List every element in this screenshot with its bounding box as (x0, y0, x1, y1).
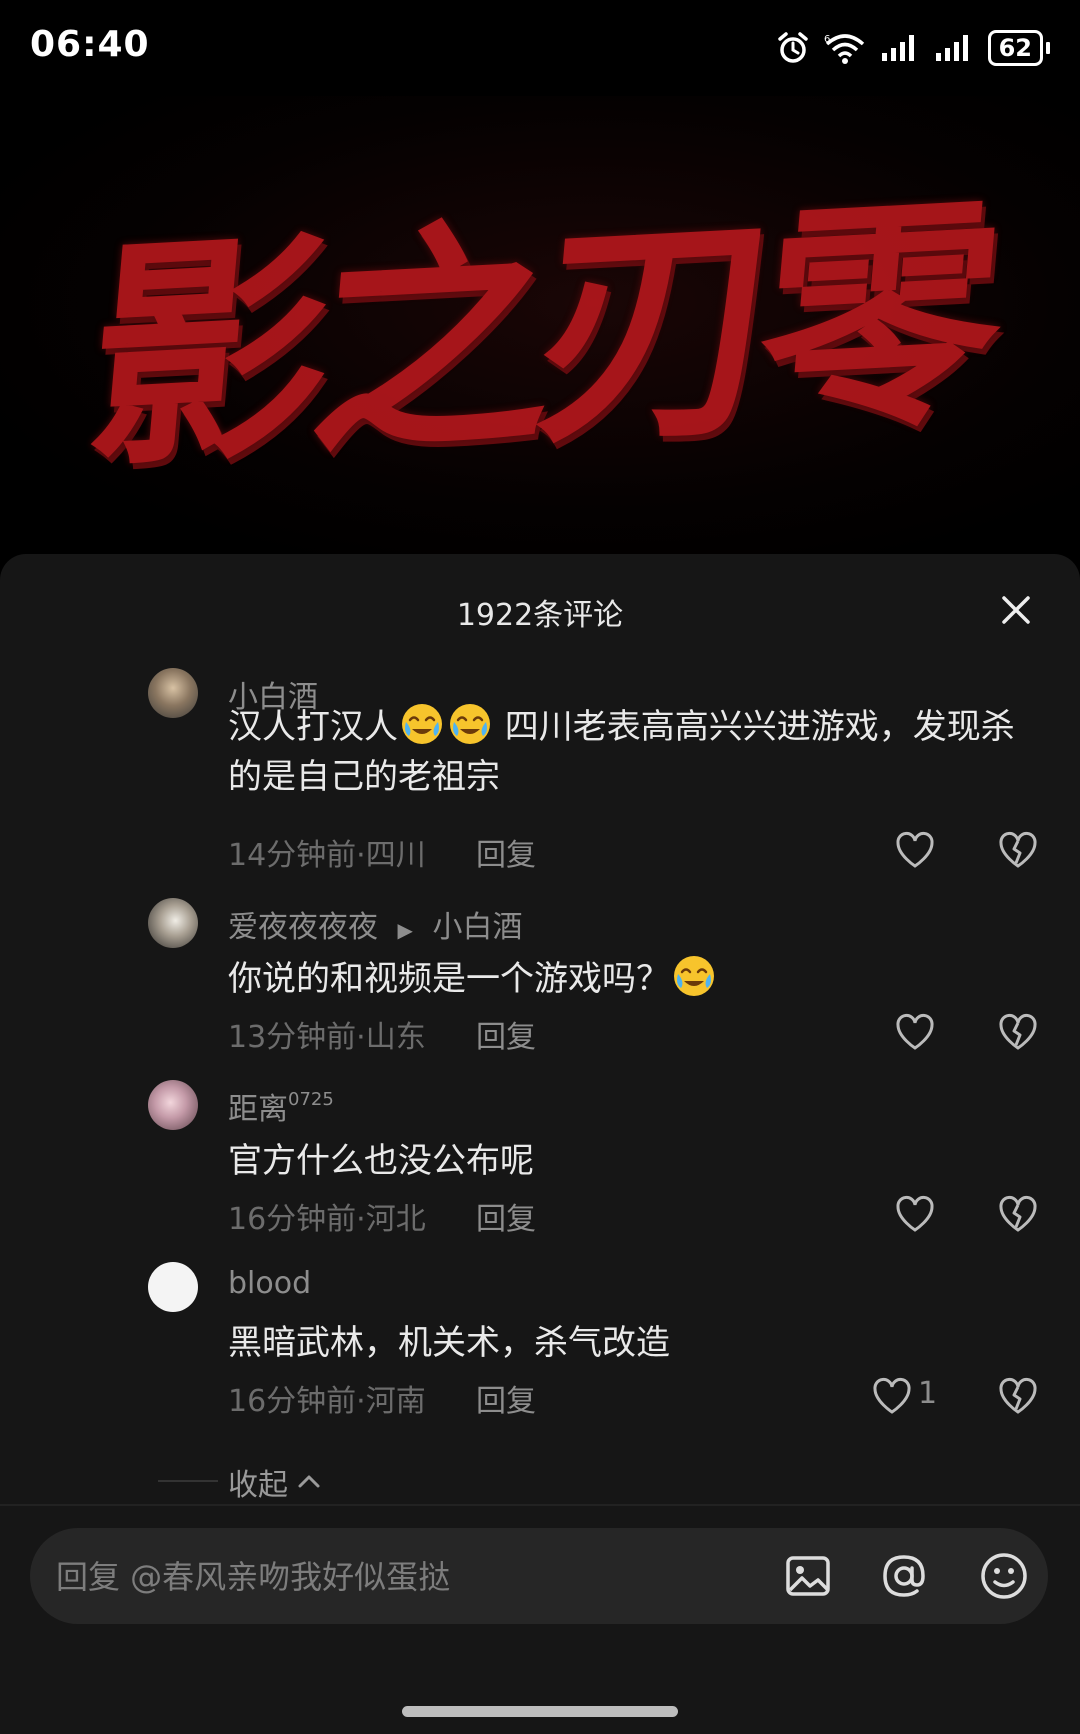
comment-username: 爱夜夜夜夜 ▶ 小白酒 (228, 902, 522, 946)
status-icons: 6 62 (776, 30, 1050, 66)
reply-button[interactable]: 回复 (476, 1194, 536, 1238)
signal-icon (881, 35, 914, 61)
chevron-up-icon (298, 1475, 320, 1488)
status-bar: 06:40 6 62 (0, 0, 1080, 96)
comment-meta: 14分钟前·四川 (228, 838, 426, 873)
comments-count-title: 1922条评论 (456, 598, 624, 633)
close-icon[interactable] (996, 590, 1036, 630)
reply-button[interactable]: 回复 (476, 830, 536, 874)
avatar[interactable] (148, 1080, 198, 1130)
comment-text: 汉人打汉人 四川老表高高兴兴进游戏，发现杀的是自己的老祖宗 (228, 702, 1018, 802)
comment-meta: 16分钟前·河北 (228, 1202, 426, 1237)
cry-laugh-emoji (450, 704, 490, 744)
image-icon[interactable] (782, 1550, 834, 1602)
at-icon[interactable] (878, 1550, 930, 1602)
avatar[interactable] (148, 898, 198, 948)
battery-indicator: 62 (987, 30, 1050, 66)
alarm-icon (777, 32, 808, 63)
battery-level: 62 (987, 30, 1043, 66)
reply-input[interactable]: 回复 @春风亲吻我好似蛋挞 (56, 1552, 450, 1598)
comment-text-part: 你说的和视频是一个游戏吗？ (228, 959, 670, 999)
comment-text: 你说的和视频是一个游戏吗？ (228, 954, 1018, 1004)
collapse-divider (158, 1480, 218, 1482)
heart-icon[interactable] (893, 1010, 937, 1054)
collapse-button[interactable]: 收起 (228, 1460, 322, 1504)
broken-heart-icon[interactable] (996, 828, 1040, 872)
video-title-art: 影之刃零 (78, 170, 998, 502)
reply-button[interactable]: 回复 (476, 1012, 536, 1056)
comment-text-part: 汉人打汉人 (228, 707, 398, 747)
heart-icon[interactable] (870, 1374, 914, 1418)
home-indicator[interactable] (402, 1706, 678, 1717)
username-link[interactable]: 爱夜夜夜夜 (228, 910, 378, 945)
cry-laugh-emoji (674, 956, 714, 996)
like-count: 1 (918, 1376, 938, 1411)
comment-text: 官方什么也没公布呢 (228, 1141, 534, 1181)
svg-text:6: 6 (824, 34, 830, 45)
cry-laugh-emoji (402, 704, 442, 744)
comment-username[interactable]: blood (228, 1266, 311, 1301)
status-time: 06:40 (30, 24, 150, 65)
reply-arrow-icon: ▶ (397, 918, 413, 942)
video-player[interactable]: 影之刃零 (0, 96, 1080, 556)
avatar[interactable] (148, 1262, 198, 1312)
comment-meta: 16分钟前·河南 (228, 1384, 426, 1419)
reply-input-bar[interactable]: 回复 @春风亲吻我好似蛋挞 (30, 1528, 1048, 1624)
wifi-icon: 6 (824, 34, 864, 64)
emoji-icon[interactable] (978, 1550, 1030, 1602)
username-link[interactable]: 距离 (228, 1092, 288, 1127)
collapse-label: 收起 (228, 1468, 288, 1503)
reply-to-username[interactable]: 小白酒 (432, 910, 522, 945)
signal-icon (935, 35, 968, 61)
input-divider (0, 1504, 1080, 1506)
broken-heart-icon[interactable] (996, 1192, 1040, 1236)
broken-heart-icon[interactable] (996, 1010, 1040, 1054)
avatar[interactable] (148, 668, 198, 718)
heart-icon[interactable] (893, 828, 937, 872)
username-superscript: 0725 (288, 1089, 334, 1110)
reply-button[interactable]: 回复 (476, 1376, 536, 1420)
comment-meta: 13分钟前·山东 (228, 1020, 426, 1055)
comment-username: 距离0725 (228, 1084, 334, 1128)
comment-text: 黑暗武林，机关术，杀气改造 (228, 1323, 670, 1363)
broken-heart-icon[interactable] (996, 1374, 1040, 1418)
heart-icon[interactable] (893, 1192, 937, 1236)
